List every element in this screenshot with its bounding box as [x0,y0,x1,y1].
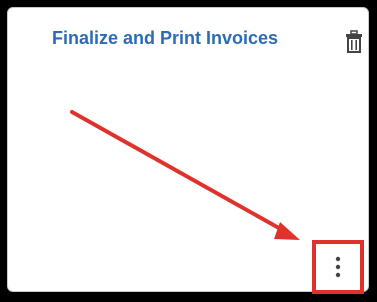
tile-menu-button[interactable] [312,240,364,294]
screenshot-frame: Finalize and Print Invoices [0,0,377,302]
vertical-ellipsis-icon [335,256,341,278]
